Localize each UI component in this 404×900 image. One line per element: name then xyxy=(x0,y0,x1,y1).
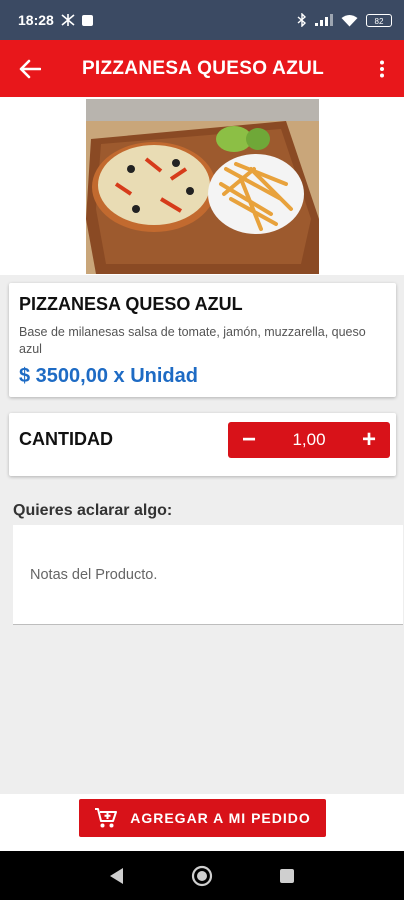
quantity-stepper: − 1,00 + xyxy=(228,422,390,458)
status-bar: 18:28 82 xyxy=(0,0,404,40)
nav-back-button[interactable] xyxy=(97,856,137,896)
status-right-icons: 82 xyxy=(297,13,392,27)
more-vertical-icon xyxy=(380,60,384,77)
notification-icon xyxy=(81,14,93,26)
system-nav-bar xyxy=(0,851,404,900)
notes-title: Quieres aclarar algo: xyxy=(13,502,173,519)
increase-quantity-button[interactable]: + xyxy=(348,422,390,458)
product-price: $ 3500,00 x Unidad xyxy=(19,365,198,387)
notes-input[interactable] xyxy=(13,525,403,624)
bottom-bar: AGREGAR A MI PEDIDO xyxy=(0,794,404,851)
notes-box xyxy=(13,525,403,625)
add-cart-icon xyxy=(94,807,118,829)
battery-icon: 82 xyxy=(366,13,392,27)
quantity-card: CANTIDAD − 1,00 + xyxy=(9,413,396,476)
product-image-area xyxy=(0,97,404,275)
product-card: PIZZANESA QUESO AZUL Base de milanesas s… xyxy=(9,283,396,397)
product-image xyxy=(86,99,319,274)
overflow-menu-button[interactable] xyxy=(360,40,404,97)
arrow-back-icon xyxy=(19,59,41,78)
nav-home-icon xyxy=(191,865,213,886)
nav-home-button[interactable] xyxy=(182,856,222,896)
decrease-quantity-button[interactable]: − xyxy=(228,422,270,458)
wifi-icon xyxy=(341,14,358,26)
quantity-label: CANTIDAD xyxy=(19,429,113,449)
bluetooth-icon xyxy=(297,13,307,27)
page-title: PIZZANESA QUESO AZUL xyxy=(81,57,325,79)
status-time: 18:28 xyxy=(18,12,54,28)
nav-back-icon xyxy=(110,867,124,884)
fan-icon xyxy=(61,14,75,26)
status-left-icons xyxy=(60,13,93,27)
product-name: PIZZANESA QUESO AZUL xyxy=(19,294,243,314)
nav-recents-icon xyxy=(279,868,294,883)
app-bar: PIZZANESA QUESO AZUL xyxy=(0,40,404,97)
add-to-order-label: AGREGAR A MI PEDIDO xyxy=(130,810,311,826)
back-button[interactable] xyxy=(0,40,60,97)
signal-icon xyxy=(315,14,333,26)
product-description: Base de milanesas salsa de tomate, jamón… xyxy=(19,325,366,356)
add-to-order-button[interactable]: AGREGAR A MI PEDIDO xyxy=(79,799,326,837)
quantity-value[interactable]: 1,00 xyxy=(270,430,348,450)
nav-recents-button[interactable] xyxy=(267,856,307,896)
